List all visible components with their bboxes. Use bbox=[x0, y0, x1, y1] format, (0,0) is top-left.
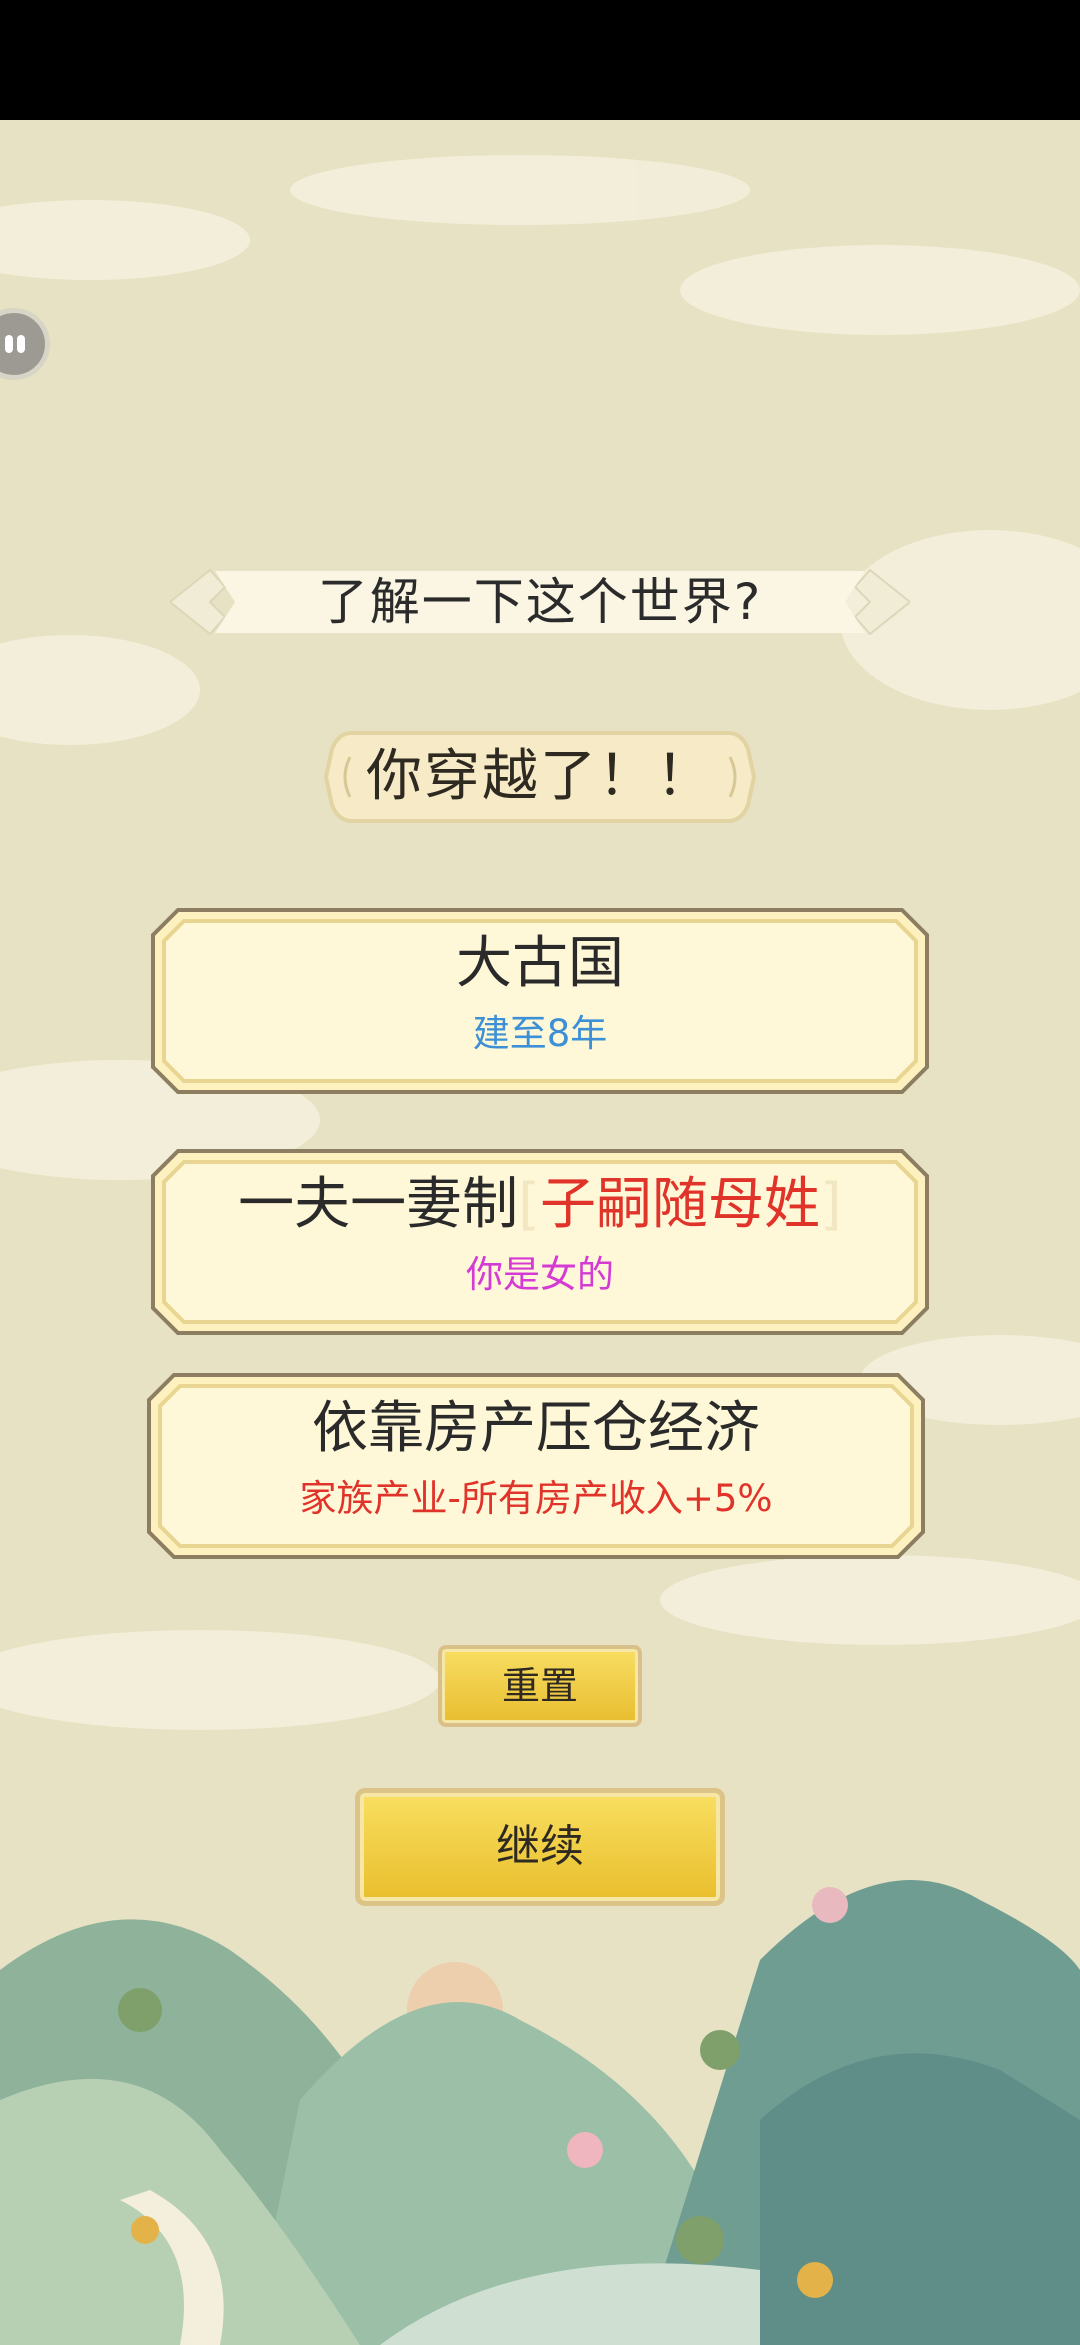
card-title: 一夫一妻制[子嗣随母姓] bbox=[150, 1170, 930, 1240]
card-title-highlight: 子嗣随母姓 bbox=[540, 1172, 820, 1237]
option-card-marriage[interactable]: 一夫一妻制[子嗣随母姓] 你是女的 bbox=[150, 1148, 930, 1336]
card-subtitle: 家族产业-所有房产收入+5% bbox=[299, 1477, 773, 1520]
avatar-icon bbox=[5, 335, 13, 353]
card-title: 大古国 bbox=[456, 931, 624, 996]
card-subtitle: 建至8年 bbox=[472, 1012, 608, 1055]
intro-plaque: 你穿越了！！ bbox=[322, 729, 758, 825]
option-card-nation[interactable]: 大古国 建至8年 bbox=[150, 907, 930, 1095]
status-bar bbox=[0, 0, 1080, 120]
continue-button[interactable]: 继续 bbox=[355, 1788, 725, 1906]
avatar-eye-right bbox=[17, 335, 25, 353]
page-title: 了解一下这个世界? bbox=[317, 573, 763, 631]
reset-button[interactable]: 重置 bbox=[438, 1645, 642, 1727]
option-card-economy[interactable]: 依靠房产压仓经济 家族产业-所有房产收入+5% bbox=[146, 1372, 926, 1560]
card-subtitle: 你是女的 bbox=[466, 1253, 614, 1296]
bracket-close: ] bbox=[820, 1172, 842, 1237]
intro-text: 你穿越了！！ bbox=[366, 744, 714, 809]
title-banner: 了解一下这个世界? bbox=[170, 565, 910, 639]
card-title: 依靠房产压仓经济 bbox=[312, 1396, 760, 1461]
card-title-main: 一夫一妻制 bbox=[238, 1172, 519, 1237]
bracket-open: [ bbox=[518, 1172, 540, 1237]
